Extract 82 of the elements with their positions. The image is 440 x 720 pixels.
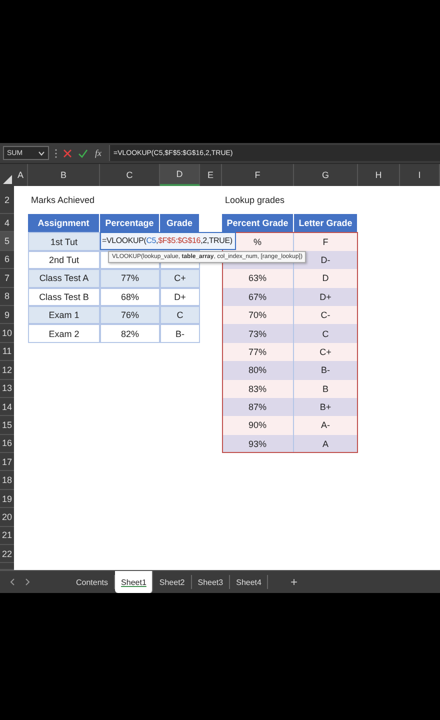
table-cell: Class Test B (28, 288, 100, 306)
table-cell: D (294, 269, 358, 288)
cancel-icon[interactable] (63, 148, 72, 158)
row-header[interactable]: 21 (0, 526, 14, 546)
table-title: Marks Achieved (30, 194, 96, 207)
table-cell: B- (160, 324, 200, 343)
row-header[interactable]: 13 (0, 380, 14, 398)
header-cell: Percent Grade (222, 214, 294, 232)
table-cell: 83% (222, 380, 294, 398)
select-all-icon[interactable] (0, 164, 14, 186)
table-cell: 68% (100, 288, 160, 306)
column-header[interactable]: C (100, 164, 160, 186)
row-header[interactable]: 15 (0, 416, 14, 435)
cell-editor[interactable]: =VLOOKUP(C5,$F$5:$G$16,2,TRUE) (100, 232, 236, 250)
table-cell: 87% (222, 398, 294, 416)
table-cell: C (160, 306, 200, 324)
row-header[interactable]: 5 (0, 232, 14, 251)
row-header[interactable]: 12 (0, 361, 14, 380)
row-header[interactable]: 7 (0, 269, 14, 288)
add-sheet-button[interactable]: + (286, 575, 302, 590)
caret-icon (38, 150, 45, 156)
table-cell: Exam 2 (28, 324, 100, 343)
row-header[interactable]: 9 (0, 306, 14, 324)
row-header[interactable]: 10 (0, 324, 14, 343)
table-cell: 76% (100, 306, 160, 324)
header-cell: Grade (160, 214, 200, 232)
next-sheet-icon[interactable] (25, 578, 30, 586)
table-cell: 73% (222, 324, 294, 343)
table-cell: F (294, 232, 358, 251)
check-icon[interactable] (78, 148, 88, 158)
table-cell: 77% (222, 342, 294, 362)
header-cell: Letter Grade (294, 214, 358, 232)
header-cell: Percentage (100, 214, 160, 232)
sheet-tab[interactable]: Sheet2 (153, 575, 192, 590)
table-cell: 63% (222, 269, 294, 288)
table-cell: Class Test A (28, 269, 100, 288)
column-header[interactable]: I (400, 164, 440, 186)
table-cell: D+ (294, 288, 358, 306)
row-header[interactable]: 4 (0, 214, 14, 232)
table-cell: 70% (222, 306, 294, 324)
row-header[interactable]: 17 (0, 453, 14, 472)
table-cell: C- (294, 306, 358, 324)
table-cell: C (294, 324, 358, 343)
table-cell: B- (294, 361, 358, 380)
column-header[interactable]: G (294, 164, 358, 186)
row-header[interactable]: 18 (0, 471, 14, 490)
table-cell: 90% (222, 416, 294, 435)
table-cell: B+ (294, 398, 358, 416)
table-cell: 67% (222, 288, 294, 306)
column-header[interactable]: H (358, 164, 400, 186)
row-header[interactable]: 8 (0, 288, 14, 306)
column-header[interactable]: F (222, 164, 294, 186)
sheet-tab[interactable]: Sheet4 (230, 575, 268, 590)
row-header[interactable]: 22 (0, 545, 14, 564)
table-cell: B (294, 380, 358, 398)
sheet-tab[interactable]: Sheet1 (115, 571, 154, 594)
row-header[interactable]: 16 (0, 434, 14, 454)
column-header[interactable]: E (200, 164, 222, 186)
table-cell: 77% (100, 269, 160, 288)
table-cell: C+ (294, 342, 358, 362)
row-header[interactable]: 6 (0, 250, 14, 270)
column-header[interactable]: D (160, 164, 200, 186)
table-cell: 82% (100, 324, 160, 343)
table-cell: D+ (160, 288, 200, 306)
insert-function-button[interactable]: fx (94, 148, 102, 158)
table-cell: C+ (160, 269, 200, 288)
table-cell: 1st Tut (28, 232, 100, 251)
table-title: Lookup grades (224, 194, 286, 207)
table-cell: 2nd Tut (28, 250, 100, 270)
previous-sheet-icon[interactable] (10, 578, 15, 586)
column-header[interactable]: A (14, 164, 28, 186)
column-header[interactable]: B (28, 164, 100, 186)
table-cell: 80% (222, 361, 294, 380)
sheet-tab[interactable]: Sheet3 (192, 575, 230, 590)
table-cell: A- (294, 416, 358, 435)
header-cell: Assignment (28, 214, 100, 232)
row-header[interactable]: 19 (0, 490, 14, 508)
row-header[interactable]: 20 (0, 508, 14, 527)
table-cell: Exam 1 (28, 306, 100, 324)
row-header[interactable]: 11 (0, 342, 14, 362)
row-header[interactable]: 2 (0, 186, 14, 214)
row-header[interactable]: 14 (0, 398, 14, 416)
